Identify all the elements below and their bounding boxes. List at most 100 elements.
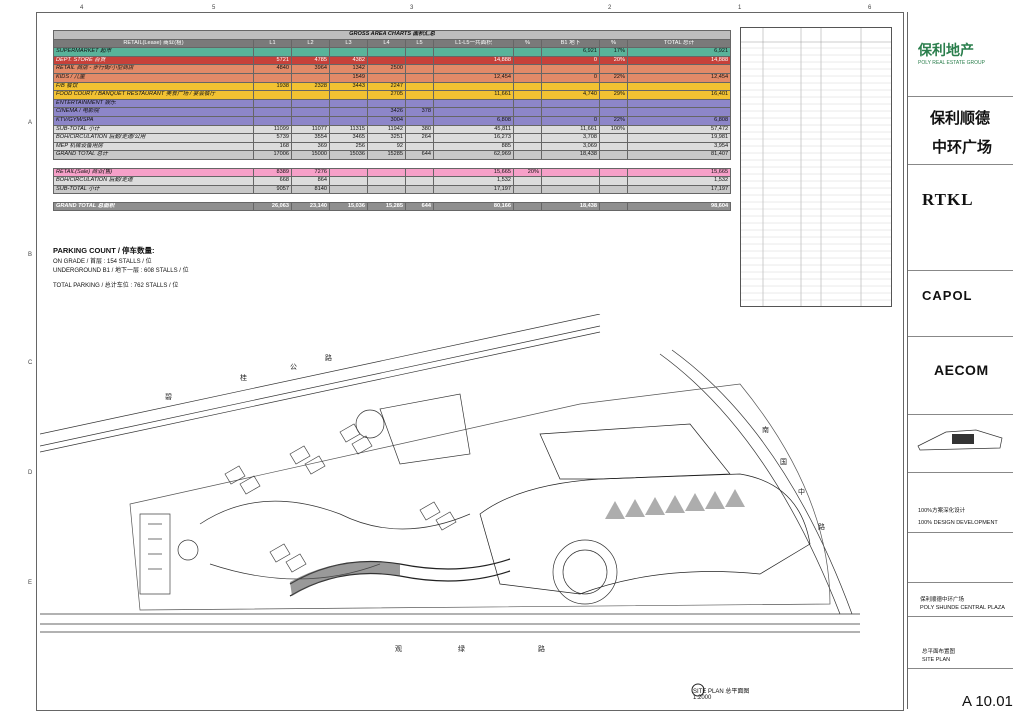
table-cell [291,98,330,109]
column-header: L1 [253,38,292,49]
table-cell [367,72,406,83]
table-cell: 3,708 [541,133,600,143]
table-cell: RETAIL 商店 - 步行街/小型商店 [53,64,254,74]
site-plan-drawing: 碧 桂 公 路 观 绿 路 南 国 中 路 [40,314,860,697]
table-cell [329,158,368,169]
table-cell [367,193,406,203]
road-label: 观 [395,645,402,653]
table-cell: 15,036 [329,201,368,212]
table-cell [626,81,732,92]
table-cell: 20% [513,167,542,178]
table-cell [329,98,368,109]
rtkl-logo: RTKL [922,190,974,209]
table-row: SUB-TOTAL 小计 9057 8140 17,197 17,197 [53,184,732,195]
table-cell [599,98,628,109]
table-cell [405,90,434,100]
design-phase-en: 100% DESIGN DEVELOPMENT [918,520,998,526]
table-row: SUPERMARKET 超市 6,921 17% 6,921 [53,47,732,57]
table-cell [599,133,628,143]
column-header: L4 [367,38,406,49]
table-cell [253,158,292,169]
table-cell [367,158,406,169]
table-cell [513,72,542,83]
table-cell: 14,888 [626,55,732,66]
table-cell: 3251 [367,133,406,143]
table-cell: KIDS / 儿童 [53,72,254,83]
table-cell [433,81,514,92]
table-cell: 98,604 [626,201,732,212]
table-cell [599,64,628,74]
table-cell: CINEMA / 电影院 [53,107,254,117]
poly-logo: 保利地产 [918,42,974,58]
drawing-name: 总平面布置图 SITE PLAN [922,648,955,664]
grid-letter: D [28,470,33,476]
table-cell [367,98,406,109]
column-header: RETAIL(Lease) 商业(租) [53,38,254,49]
table-cell: 81,407 [626,150,732,160]
road-label: 路 [325,353,332,362]
parking-underground: UNDERGROUND B1 / 地下一层 : 608 STALLS / 位 [53,268,189,274]
table-cell: 92 [367,141,406,152]
table-cell [433,158,514,169]
table-cell: 19,981 [626,133,732,143]
table-cell: 3426 [367,107,406,117]
table-cell [291,72,330,83]
table-cell [513,176,542,186]
project-name-cn: 保利顺德中环广场 [920,597,965,603]
table-cell: RETAIL(Sale) 商业(售) [53,167,254,178]
table-cell [329,184,368,195]
table-cell: 256 [329,141,368,152]
table-cell: 2500 [367,64,406,74]
table-cell [405,115,434,126]
table-cell [513,150,542,160]
table-cell: 168 [253,141,292,152]
table-cell: 3465 [329,133,368,143]
table-cell [627,158,731,169]
plan-caption: SITE PLAN 总平面图 1:2000 [693,686,749,701]
capol-logo: CAPOL [922,288,973,303]
table-cell [329,90,368,100]
table-cell [541,158,600,169]
table-cell: 2247 [367,81,406,92]
table-cell: 14,888 [433,55,514,66]
table-cell [541,167,600,178]
table-cell: SUB-TOTAL 小计 [53,124,254,135]
table-cell: 644 [405,150,434,160]
table-cell: 7276 [291,167,330,178]
table-cell [599,201,628,212]
table-cell: BOH/CIRCULATION 后勤/走道/公用 [53,133,254,143]
drawing-sheet: 4 5 3 2 1 6 A B C D E GROSS AREA CHARTS … [0,0,1024,723]
key-plan-icon [917,429,1003,451]
table-cell [599,107,628,117]
table-cell [253,98,292,109]
table-cell: 57,472 [626,124,732,135]
table-cell [541,107,600,117]
project-name-en: POLY SHUNDE CENTRAL PLAZA [920,605,1005,611]
table-cell [541,98,600,109]
table-cell [626,64,732,74]
table-cell [513,124,542,135]
grid-number: 3 [410,5,414,11]
table-row: KIDS / 儿童 1549 12,454 0 22% 12,454 [53,72,732,83]
table-cell: 0 [541,55,600,66]
parking-title: PARKING COUNT / 停车数量: [53,246,155,255]
index-table [740,27,892,307]
table-cell: 668 [253,176,292,186]
table-cell [541,81,600,92]
table-cell [405,55,434,66]
table-cell: 3964 [291,64,330,74]
road-label: 路 [818,522,825,531]
table-cell: 5739 [253,133,292,143]
column-header: L1-L5一共面积 [433,38,514,49]
table-cell [329,107,368,117]
road-label: 公 [290,363,297,371]
road-label: 绿 [458,644,465,653]
table-cell [599,193,628,203]
road-label: 中 [798,487,805,496]
table-row: F/B 餐饮 1938 2328 3443 2247 [53,81,732,92]
table-cell: 18,438 [541,201,600,212]
table-cell: 6,921 [626,47,732,57]
table-cell: BOH/CIRCULATION 后勤/走道 [53,176,254,186]
table-cell: 885 [433,141,514,152]
table-cell: 15036 [329,150,368,160]
